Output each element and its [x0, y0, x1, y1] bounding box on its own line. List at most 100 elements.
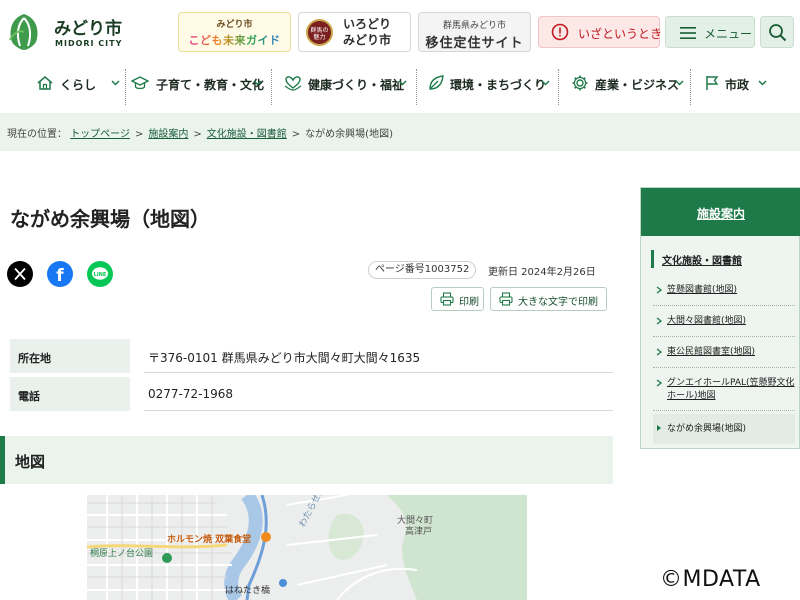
chevron-down-icon [758, 80, 767, 86]
map-label-park: 桐原上ノ台公園 [90, 549, 154, 559]
gnav-item-kurashi[interactable]: くらし [36, 64, 120, 104]
menu-label: メニュー [704, 27, 753, 41]
sidebar-divider [653, 305, 795, 306]
breadcrumb-prefix: 現在の位置： [7, 129, 67, 140]
info-head-label: 電話 [18, 390, 40, 403]
irodori-text: いろどり みどり市 [343, 16, 391, 48]
migration-banner-title: 移住定住サイト [425, 36, 524, 51]
gnav-label: 子育て・教育・文化 [156, 78, 265, 92]
gnav-item-kenko[interactable]: 健康づくり・福祉 [284, 64, 408, 104]
search-icon [769, 24, 787, 42]
bridge-marker-icon [279, 579, 287, 587]
breadcrumb-link-top[interactable]: トップページ [70, 129, 130, 140]
sidebar-item-label: グンエイホールPAL(笠懸野文化ホール)地図 [667, 378, 795, 401]
graduation-cap-icon [131, 76, 149, 90]
chevron-down-icon [398, 80, 407, 86]
emergency-label: いざというとき [578, 27, 663, 41]
midori-leaf-logo-icon [3, 11, 45, 53]
sidebar-item-nagame-yokyoba[interactable]: ながめ余興場(地図) [653, 414, 795, 444]
sidebar-item-pal-hall[interactable]: グンエイホールPAL(笠懸野文化ホール)地図 [653, 377, 795, 405]
nav-divider [271, 69, 272, 105]
gnav-item-kankyo[interactable]: 環境・まちづくり [427, 64, 552, 104]
chevron-down-icon [111, 80, 120, 86]
phone-value: 0277-72-1968 [148, 387, 234, 401]
global-nav: くらし 子育て・教育・文化 健康づくり・福祉 環境・まちづくり 産業・ビジネス … [0, 64, 800, 105]
sidebar-item-label: ながめ余興場(地図) [667, 424, 747, 434]
migration-site-banner[interactable]: 群馬県みどり市 移住定住サイト [418, 12, 531, 52]
facebook-share-icon[interactable]: f [47, 261, 73, 287]
facebook-glyph: f [56, 266, 64, 286]
kids-future-guide-banner[interactable]: みどり市 こども未来ガイド [178, 12, 291, 52]
gnav-label: 環境・まちづくり [450, 78, 547, 92]
irodori-line2: みどり市 [343, 33, 392, 47]
sidebar-category[interactable]: 文化施設・図書館 [651, 250, 791, 268]
embedded-map[interactable]: ホルモン焼 双葉食堂 桐原上ノ台公園 大間々町 高津戸 はねたき橋 わたらせ渓谷 [87, 495, 527, 600]
gnav-item-sangyo[interactable]: 産業・ビジネス [571, 64, 684, 104]
sidebar-item-label: 大間々図書館(地図) [667, 316, 747, 326]
chevron-right-icon [656, 379, 662, 387]
printer-icon [499, 292, 513, 306]
section-title: 地図 [15, 453, 46, 471]
large-print-label: 大きな文字で印刷 [518, 297, 598, 308]
search-button[interactable] [760, 16, 794, 48]
sidebar-divider [653, 367, 795, 368]
map-label-area: 高津戸 [405, 527, 433, 537]
triangle-right-icon [657, 425, 661, 431]
gnav-label: 市政 [725, 78, 750, 92]
sidebar-item-label: 笠懸図書館(地図) [667, 285, 738, 295]
breadcrumb-link-culture[interactable]: 文化施設・図書館 [207, 129, 287, 140]
kids-banner-title-text: こども未来ガイド [188, 34, 281, 47]
sidebar-item-kasakake-library[interactable]: 笠懸図書館(地図) [653, 284, 795, 298]
printer-icon [440, 292, 454, 306]
emergency-button[interactable]: いざというとき [538, 16, 663, 48]
info-head: 所在地 [10, 339, 130, 373]
site-logo[interactable]: みどり市 MIDORI CITY [2, 10, 132, 54]
heart-hands-icon [284, 76, 302, 91]
kids-banner-top: みどり市 [216, 20, 253, 30]
map-label-restaurant: ホルモン焼 双葉食堂 [167, 535, 252, 545]
badge-text: 群馬の魅力 [310, 27, 329, 41]
page-title: ながめ余興場（地図） [10, 207, 210, 231]
x-share-icon[interactable] [7, 261, 33, 287]
print-button[interactable]: 印刷 [431, 287, 484, 311]
leaf-icon [429, 75, 444, 90]
nav-divider [690, 69, 691, 105]
hamburger-icon [680, 27, 696, 39]
gnav-label: 産業・ビジネス [595, 78, 680, 92]
print-label: 印刷 [459, 297, 479, 308]
address-value: 〒376-0101 群馬県みどり市大間々町大間々1635 [148, 351, 421, 365]
breadcrumb-current: ながめ余興場(地図) [305, 129, 393, 140]
nav-divider [558, 69, 559, 105]
menu-button[interactable]: メニュー [665, 16, 755, 48]
sidebar-heading[interactable]: 施設案内 [641, 188, 800, 236]
map-section-heading: 地図 [0, 436, 613, 484]
line-share-icon[interactable]: LINE [87, 261, 113, 287]
sidebar-divider [653, 336, 795, 337]
breadcrumb-link-facilities[interactable]: 施設案内 [148, 129, 188, 140]
sidebar-item-omama-library[interactable]: 大間々図書館(地図) [653, 315, 795, 329]
gnav-label: 健康づくり・福祉 [308, 78, 405, 92]
breadcrumb-separator: > [193, 129, 202, 140]
gnav-item-shisei[interactable]: 市政 [703, 64, 769, 104]
logo-name: みどり市 [54, 19, 122, 39]
migration-banner-top: 群馬県みどり市 [442, 21, 506, 31]
gear-icon [572, 75, 588, 91]
breadcrumb: 現在の位置： トップページ > 施設案内 > 文化施設・図書館 > ながめ余興場(地図) [0, 113, 800, 151]
chevron-right-icon [656, 348, 662, 356]
alert-icon [551, 23, 569, 41]
breadcrumb-separator: > [291, 129, 301, 140]
line-glyph: LINE [94, 272, 107, 278]
nav-divider [125, 69, 126, 105]
info-row-phone: 電話 0277-72-1968 [10, 377, 613, 411]
gnav-item-kosodate[interactable]: 子育て・教育・文化 [131, 64, 265, 104]
sidebar-item-higashi-library[interactable]: 東公民館図書室(地図) [653, 346, 795, 360]
irodori-midori-banner[interactable]: 群馬の魅力 いろどり みどり市 [298, 12, 411, 52]
watermark: ©MDATA [660, 567, 761, 592]
page-number-badge: ページ番号1003752 [368, 261, 477, 279]
info-value: 0277-72-1968 [144, 377, 613, 411]
kids-banner-title: こども未来ガイド [179, 32, 290, 48]
park-marker-icon [162, 553, 172, 563]
large-print-button[interactable]: 大きな文字で印刷 [490, 287, 607, 311]
chevron-down-icon [253, 80, 262, 86]
chevron-down-icon [541, 80, 550, 86]
